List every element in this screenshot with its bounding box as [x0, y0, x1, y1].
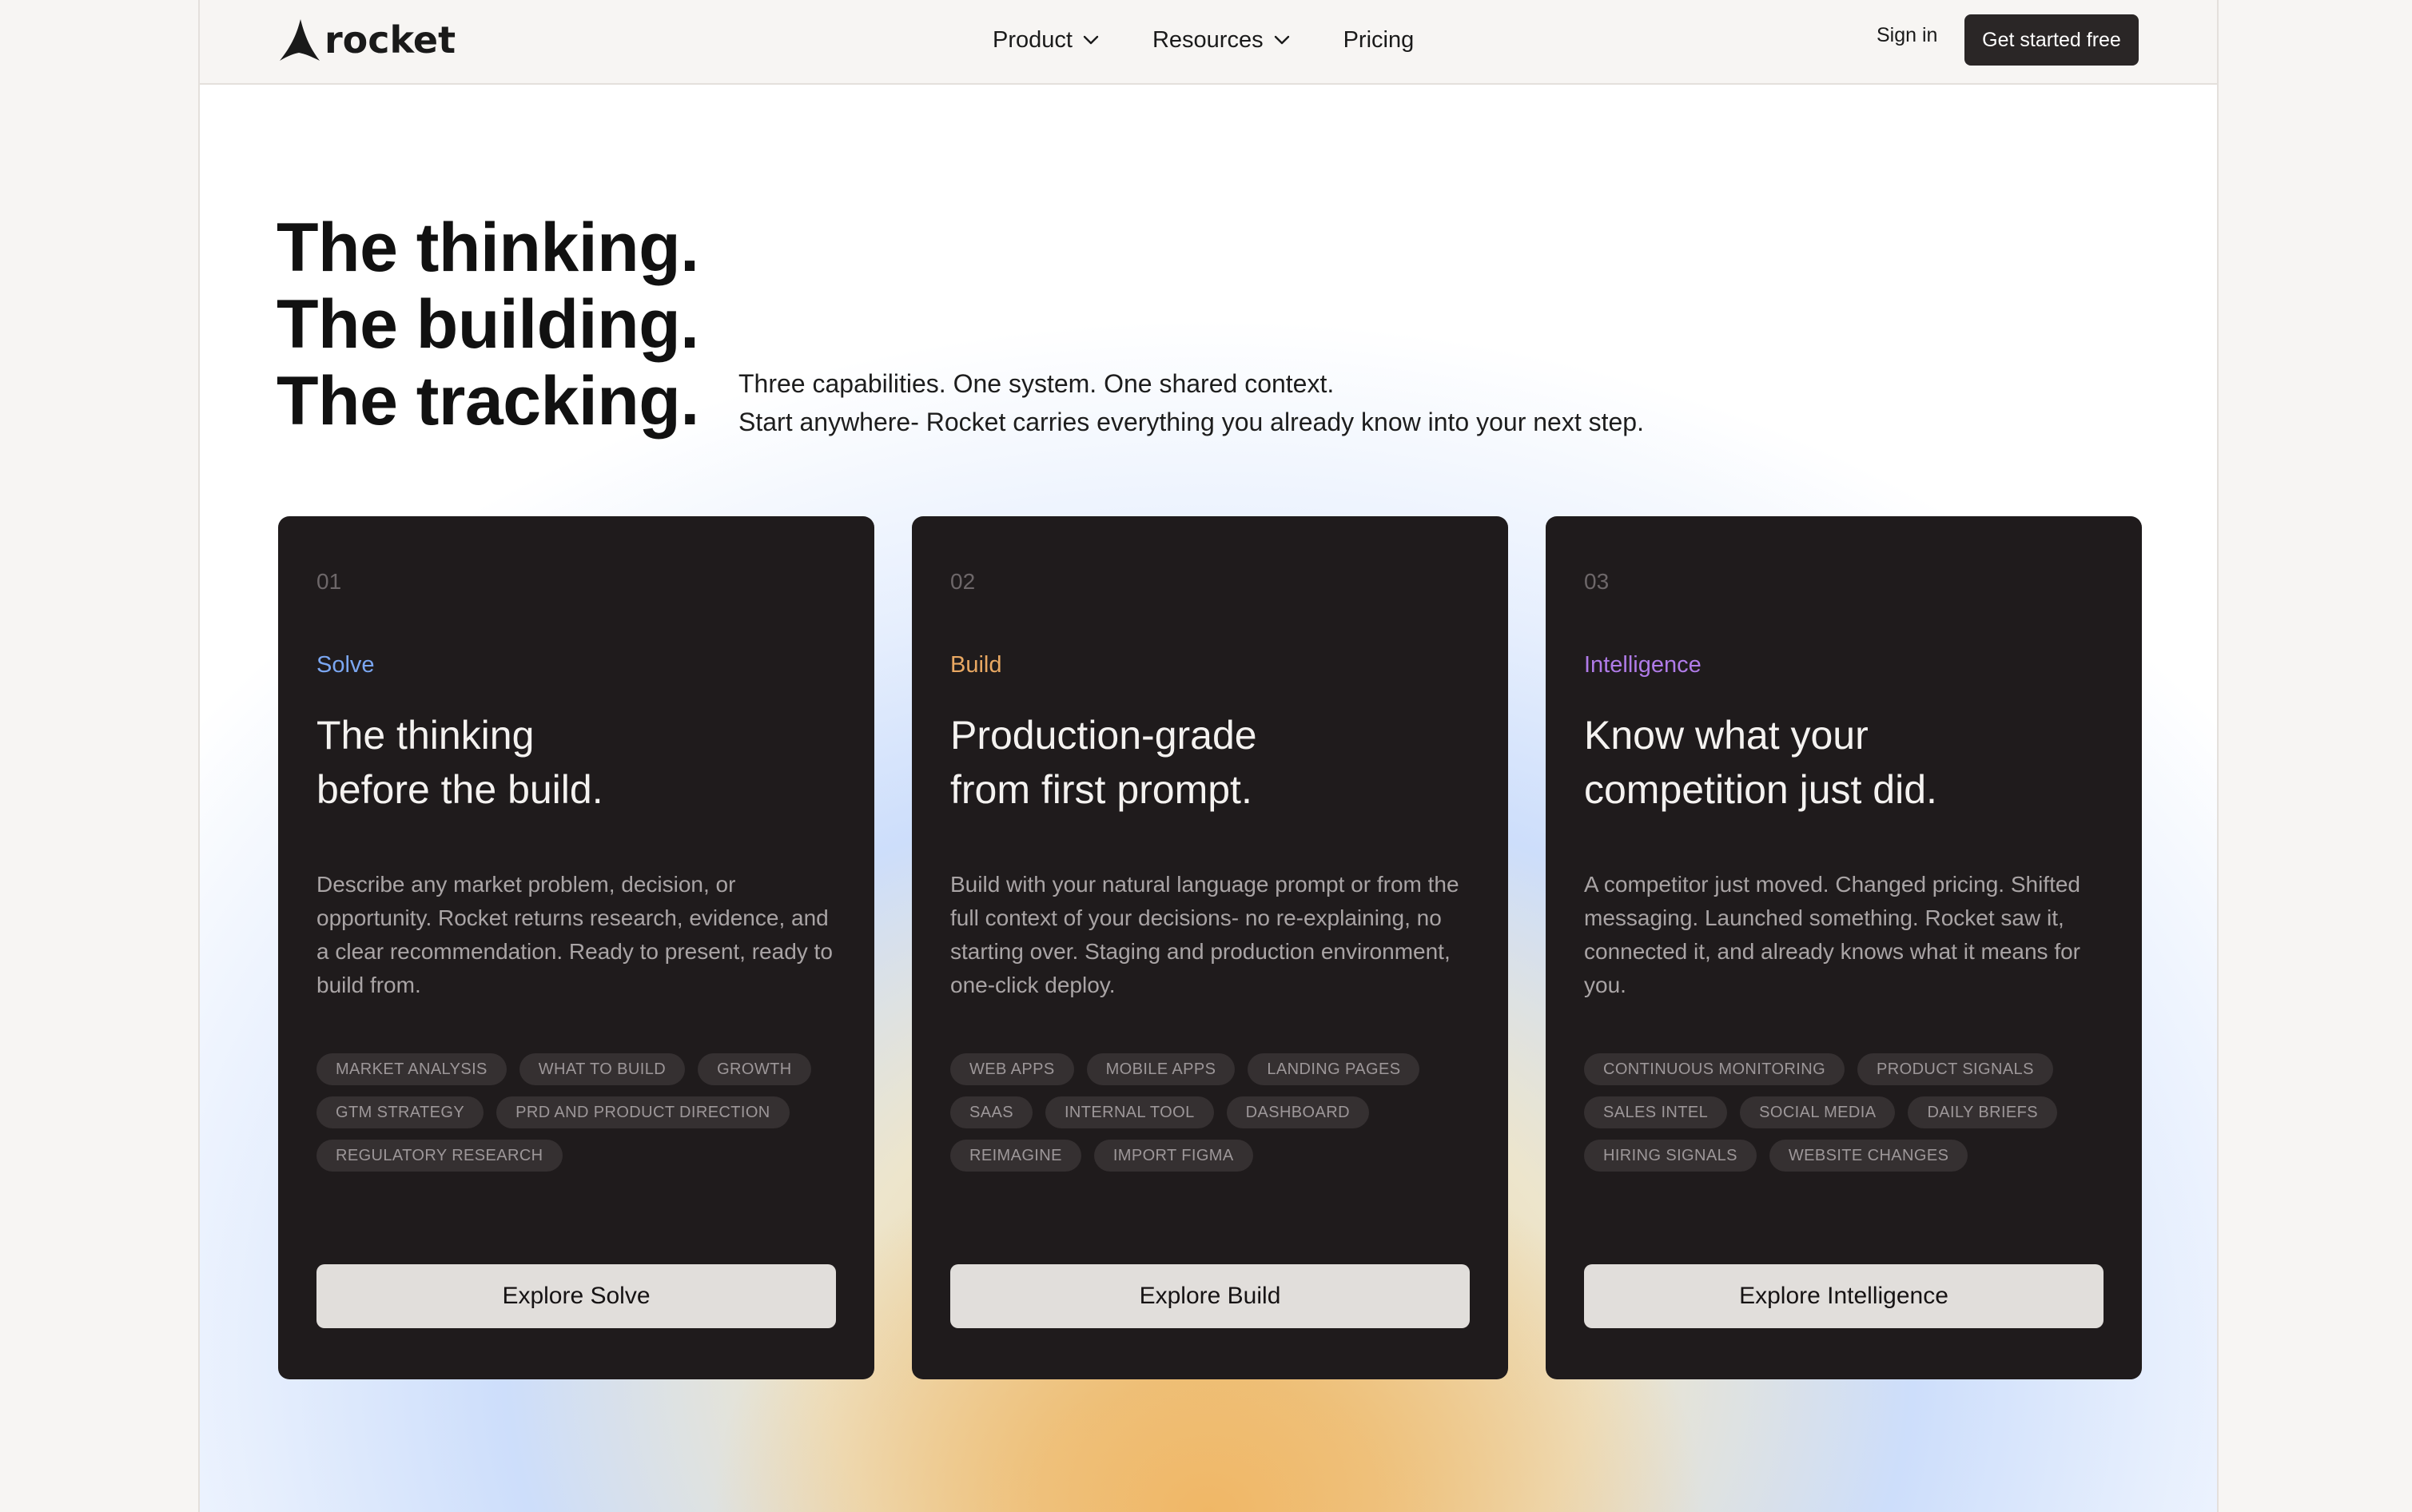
nav-label: Pricing [1343, 26, 1415, 53]
nav-item-resources[interactable]: Resources [1152, 27, 1291, 54]
card-title: Know what your competition just did. [1584, 708, 2111, 817]
nav-item-product[interactable]: Product [993, 27, 1100, 54]
chevron-down-icon [1274, 35, 1289, 45]
card-title: The thinking before the build. [316, 708, 844, 817]
card-chip-list: MARKET ANALYSIS WHAT TO BUILD GROWTH GTM… [316, 1053, 844, 1183]
card-title-line: Production-grade [950, 713, 1257, 758]
card-chip-list: CONTINUOUS MONITORING PRODUCT SIGNALS SA… [1584, 1053, 2111, 1183]
nav-item-pricing[interactable]: Pricing [1343, 27, 1415, 54]
chip: CONTINUOUS MONITORING [1584, 1053, 1845, 1085]
chip: GTM STRATEGY [316, 1096, 484, 1128]
chip: WHAT TO BUILD [519, 1053, 686, 1085]
chip: INTERNAL TOOL [1045, 1096, 1214, 1128]
chip: SAAS [950, 1096, 1033, 1128]
sign-in-link[interactable]: Sign in [1877, 24, 1937, 47]
chip: SALES INTEL [1584, 1096, 1728, 1128]
chip: WEBSITE CHANGES [1769, 1140, 1968, 1172]
chip: DAILY BRIEFS [1908, 1096, 2058, 1128]
capability-card-intelligence: 03 Intelligence Know what your competiti… [1546, 516, 2142, 1379]
chip: REGULATORY RESEARCH [316, 1140, 563, 1172]
card-tag: Solve [316, 652, 375, 678]
card-title-line: The thinking [316, 713, 535, 758]
chip: SOCIAL MEDIA [1740, 1096, 1896, 1128]
chevron-down-icon [1083, 35, 1099, 45]
chip: LANDING PAGES [1248, 1053, 1420, 1085]
headline-line: The building. [277, 286, 699, 363]
subtext-line: Three capabilities. One system. One shar… [738, 369, 1335, 398]
card-number: 01 [316, 569, 342, 594]
chip: WEB APPS [950, 1053, 1074, 1085]
card-description: A competitor just moved. Changed pricing… [1584, 872, 2081, 997]
explore-solve-button[interactable]: Explore Solve [316, 1264, 836, 1328]
chip: REIMAGINE [950, 1140, 1081, 1172]
card-title-line: competition just did. [1584, 767, 1937, 812]
chip: HIRING SIGNALS [1584, 1140, 1757, 1172]
card-title: Production-grade from first prompt. [950, 708, 1478, 817]
card-tag: Intelligence [1584, 652, 1702, 678]
nav-label: Resources [1152, 26, 1264, 53]
card-number: 03 [1584, 569, 1610, 594]
chip: PRD AND PRODUCT DIRECTION [496, 1096, 790, 1128]
capability-card-solve: 01 Solve The thinking before the build. … [278, 516, 874, 1379]
card-title-line: before the build. [316, 767, 603, 812]
card-description: Build with your natural language prompt … [950, 872, 1459, 997]
card-title-line: from first prompt. [950, 767, 1252, 812]
card-tag: Build [950, 652, 1002, 678]
explore-build-button[interactable]: Explore Build [950, 1264, 1470, 1328]
subtext-line: Start anywhere- Rocket carries everythin… [738, 408, 1644, 436]
card-chip-list: WEB APPS MOBILE APPS LANDING PAGES SAAS … [950, 1053, 1478, 1183]
card-number: 02 [950, 569, 976, 594]
nav-label: Product [993, 26, 1073, 53]
rocket-logo-icon [280, 19, 320, 61]
headline-line: The thinking. [277, 209, 699, 286]
chip: PRODUCT SIGNALS [1857, 1053, 2053, 1085]
chip: GROWTH [698, 1053, 811, 1085]
main-nav: Product Resources Pricing [993, 22, 1467, 58]
headline-line: The tracking. [277, 363, 699, 440]
card-description: Describe any market problem, decision, o… [316, 872, 833, 997]
brand-name: rocket [324, 18, 456, 62]
get-started-button[interactable]: Get started free [1964, 14, 2139, 66]
card-title-line: Know what your [1584, 713, 1869, 758]
hero-subtext: Three capabilities. One system. One shar… [738, 364, 1644, 441]
chip: MARKET ANALYSIS [316, 1053, 507, 1085]
chip: MOBILE APPS [1086, 1053, 1236, 1085]
top-navbar: rocket Product Resources Pricing Sign in… [200, 0, 2217, 85]
rocket-logo[interactable]: rocket [277, 18, 456, 62]
chip: DASHBOARD [1226, 1096, 1369, 1128]
capability-card-build: 02 Build Production-grade from first pro… [912, 516, 1508, 1379]
hero-headline: The thinking. The building. The tracking… [277, 209, 699, 440]
page-frame: rocket Product Resources Pricing Sign in… [198, 0, 2219, 1512]
explore-intelligence-button[interactable]: Explore Intelligence [1584, 1264, 2104, 1328]
chip: IMPORT FIGMA [1093, 1140, 1253, 1172]
